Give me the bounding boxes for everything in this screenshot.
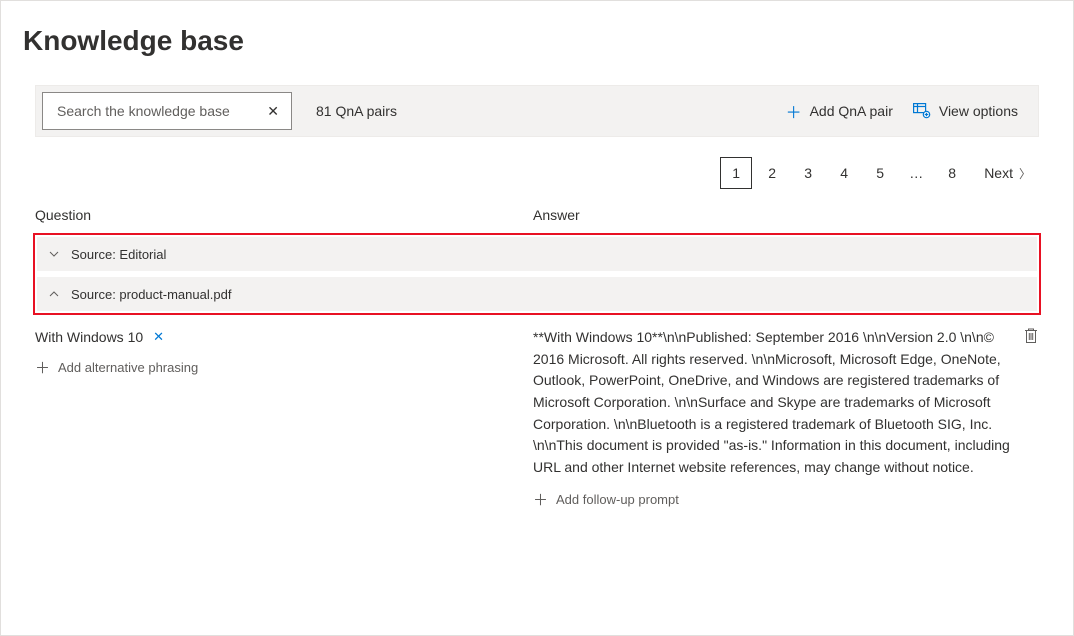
page-ellipsis: … bbox=[900, 165, 932, 181]
page-2[interactable]: 2 bbox=[756, 157, 788, 189]
answer-cell: **With Windows 10**\n\nPublished: Septem… bbox=[533, 327, 1039, 510]
pagination: 1 2 3 4 5 … 8 Next 〉 bbox=[23, 147, 1051, 207]
chevron-down-icon bbox=[47, 247, 61, 261]
page-5[interactable]: 5 bbox=[864, 157, 896, 189]
remove-chip-icon[interactable]: ✕ bbox=[153, 329, 164, 345]
view-options-label: View options bbox=[939, 103, 1018, 119]
source-row-product-manual[interactable]: Source: product-manual.pdf bbox=[37, 277, 1037, 311]
highlighted-sources: Source: Editorial Source: product-manual… bbox=[33, 233, 1041, 315]
question-chip[interactable]: With Windows 10 ✕ bbox=[35, 327, 164, 347]
page-title: Knowledge base bbox=[23, 25, 1051, 57]
search-box[interactable]: ✕ bbox=[42, 92, 292, 130]
chevron-right-icon: 〉 bbox=[1019, 165, 1031, 182]
add-followup-label: Add follow-up prompt bbox=[556, 492, 679, 507]
columns-header: Question Answer bbox=[23, 207, 1051, 233]
column-question-header: Question bbox=[35, 207, 533, 223]
view-options-button[interactable]: View options bbox=[903, 97, 1028, 125]
page-next-label: Next bbox=[984, 165, 1013, 181]
source-row-editorial[interactable]: Source: Editorial bbox=[37, 237, 1037, 271]
page-8[interactable]: 8 bbox=[936, 157, 968, 189]
plus-icon: ＋ bbox=[533, 489, 548, 510]
clear-search-icon[interactable]: ✕ bbox=[263, 99, 283, 124]
pair-count-label: 81 QnA pairs bbox=[316, 103, 397, 119]
page-1[interactable]: 1 bbox=[720, 157, 752, 189]
plus-icon: ＋ bbox=[35, 357, 50, 378]
qna-row: With Windows 10 ✕ ＋ Add alternative phra… bbox=[23, 327, 1051, 510]
view-options-icon bbox=[913, 103, 931, 119]
source-label: Source: product-manual.pdf bbox=[71, 287, 231, 302]
question-chip-text: With Windows 10 bbox=[35, 329, 143, 345]
question-cell: With Windows 10 ✕ ＋ Add alternative phra… bbox=[35, 327, 533, 510]
search-input[interactable] bbox=[55, 102, 263, 120]
add-qna-pair-button[interactable]: ＋ Add QnA pair bbox=[776, 93, 903, 129]
add-followup-button[interactable]: ＋ Add follow-up prompt bbox=[533, 489, 1015, 510]
plus-icon: ＋ bbox=[786, 99, 802, 123]
page-3[interactable]: 3 bbox=[792, 157, 824, 189]
toolbar: ✕ 81 QnA pairs ＋ Add QnA pair View optio… bbox=[35, 85, 1039, 137]
page-next-button[interactable]: Next 〉 bbox=[972, 157, 1039, 189]
chevron-up-icon bbox=[47, 287, 61, 301]
add-qna-pair-label: Add QnA pair bbox=[810, 103, 893, 119]
column-answer-header: Answer bbox=[533, 207, 1039, 223]
delete-icon[interactable] bbox=[1023, 331, 1039, 347]
add-alternative-phrasing-button[interactable]: ＋ Add alternative phrasing bbox=[35, 357, 517, 378]
add-alternative-phrasing-label: Add alternative phrasing bbox=[58, 360, 198, 375]
answer-text[interactable]: **With Windows 10**\n\nPublished: Septem… bbox=[533, 327, 1015, 479]
source-label: Source: Editorial bbox=[71, 247, 166, 262]
page-4[interactable]: 4 bbox=[828, 157, 860, 189]
